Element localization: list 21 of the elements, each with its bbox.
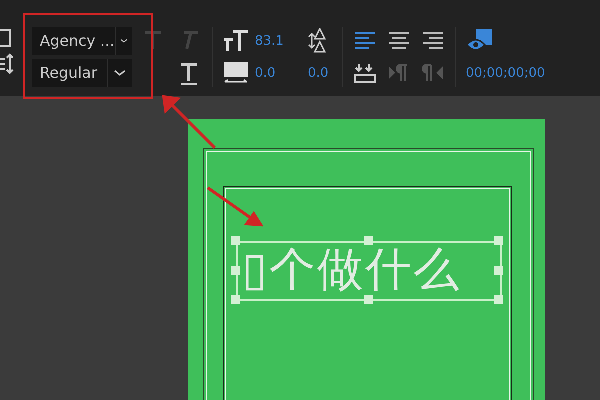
resize-handle[interactable] — [231, 266, 240, 275]
font-size-icon — [223, 29, 249, 53]
timecode[interactable]: 00;00;00;00 — [466, 66, 546, 80]
kerning-icon — [223, 61, 249, 85]
resize-handle[interactable] — [494, 266, 503, 275]
resize-handle[interactable] — [494, 236, 503, 245]
leading-value[interactable]: 0.0 — [308, 66, 329, 80]
resize-handle[interactable] — [231, 236, 240, 245]
kerning-value[interactable]: 0.0 — [255, 66, 276, 80]
underline-style-icon[interactable] — [178, 61, 200, 85]
annotation-arrow — [205, 185, 263, 227]
resize-handle[interactable] — [494, 295, 503, 304]
resize-handle[interactable] — [364, 295, 373, 304]
resize-handle[interactable] — [231, 295, 240, 304]
font-size-value[interactable]: 83.1 — [255, 34, 284, 48]
text-box-icon[interactable] — [0, 27, 12, 49]
font-family-dropdown[interactable]: Agency ... — [32, 27, 132, 55]
resize-handle[interactable] — [364, 236, 373, 245]
line-height-icon[interactable] — [0, 53, 14, 75]
tab-stops-icon[interactable] — [352, 61, 377, 85]
font-style-dropdown[interactable]: Regular — [32, 59, 132, 87]
